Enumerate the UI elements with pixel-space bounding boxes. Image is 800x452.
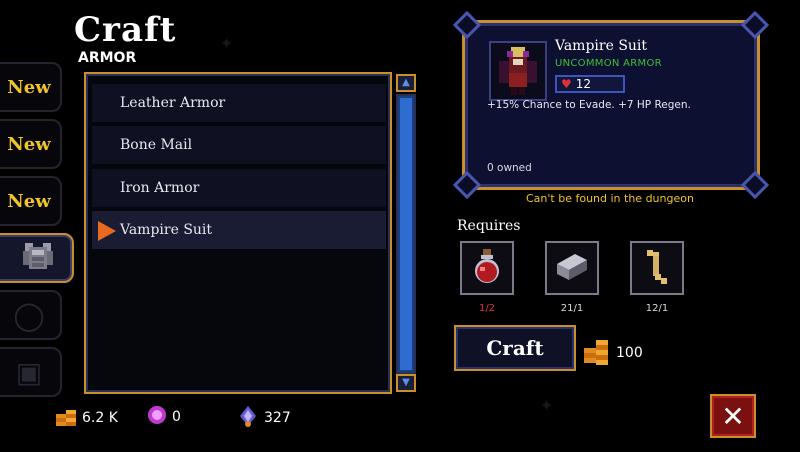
required-item-slot[interactable] [630, 241, 684, 295]
corner-ornament [740, 10, 770, 40]
list-item[interactable]: Bone Mail [92, 126, 386, 164]
gold-coins-icon [54, 404, 78, 432]
required-item-count: 21/1 [560, 303, 584, 314]
item-detail-card: Vampire Suit UNCOMMON ARMOR ♥ 12 +15% Ch… [452, 10, 770, 200]
gold-currency: 6.2 K [54, 404, 118, 432]
background-decoration: ✦ [220, 30, 234, 55]
gem-amount: 0 [172, 409, 181, 425]
list-item[interactable]: Leather Armor [92, 84, 386, 122]
item-description: +15% Chance to Evade. +7 HP Regen. [487, 99, 691, 111]
craft-cost: 100 [582, 336, 643, 370]
new-badge: New [7, 190, 51, 212]
ring-icon: ◯ [13, 298, 45, 332]
list-item-label: Bone Mail [120, 137, 193, 153]
category-tab-new-1[interactable]: New [0, 62, 62, 112]
category-tab-new-3[interactable]: New [0, 176, 62, 226]
crate-icon: ▣ [15, 355, 43, 389]
soul-crystal-icon [236, 404, 260, 432]
item-list: Leather Armor Bone Mail Iron Armor Vampi… [84, 72, 392, 394]
list-item[interactable]: Iron Armor [92, 169, 386, 207]
close-button[interactable]: ✕ [710, 394, 756, 438]
gold-coins-icon [582, 336, 610, 370]
gem-currency: 0 [146, 404, 181, 430]
vampire-suit-icon [499, 47, 537, 95]
scroll-up-button[interactable]: ▲ [396, 74, 416, 92]
corner-ornament [452, 170, 482, 200]
item-rarity: UNCOMMON ARMOR [555, 58, 662, 69]
new-badge: New [7, 133, 51, 155]
red-potion-icon [470, 247, 504, 289]
soul-amount: 327 [264, 410, 291, 426]
item-portrait [489, 41, 547, 101]
hp-value: 12 [575, 77, 592, 91]
item-name: Vampire Suit [555, 38, 648, 54]
list-item-label: Vampire Suit [120, 222, 213, 238]
required-item-slot[interactable] [545, 241, 599, 295]
category-tab-new-2[interactable]: New [0, 119, 62, 169]
requires-label: Requires [457, 218, 521, 234]
source-note: Can't be found in the dungeon [526, 192, 694, 205]
soul-currency: 327 [236, 404, 291, 432]
required-item-count: 1/2 [478, 303, 496, 314]
category-tab-misc[interactable]: ▣ [0, 347, 62, 397]
required-item-slot[interactable] [460, 241, 514, 295]
category-tab-armor[interactable] [0, 233, 74, 283]
list-item-selected[interactable]: Vampire Suit [92, 211, 386, 249]
scroll-thumb[interactable] [398, 96, 414, 372]
required-item-count: 12/1 [645, 303, 669, 314]
owned-count: 0 owned [487, 162, 532, 174]
heart-icon: ♥ [561, 77, 572, 91]
list-scrollbar[interactable]: ▲ ▼ [394, 74, 418, 392]
page-title: Craft [74, 10, 177, 50]
craft-cost-amount: 100 [616, 345, 643, 361]
category-title: ARMOR [78, 50, 137, 66]
corner-ornament [740, 170, 770, 200]
chestplate-armor-icon [11, 239, 55, 277]
iron-ingot-icon [553, 250, 591, 286]
gold-amount: 6.2 K [82, 410, 118, 426]
purple-gem-icon [146, 404, 168, 430]
craft-button[interactable]: Craft [454, 325, 576, 371]
list-item-label: Leather Armor [120, 95, 226, 111]
background-decoration: ✦ [540, 392, 554, 417]
scroll-down-button[interactable]: ▼ [396, 374, 416, 392]
bone-icon [639, 246, 675, 290]
corner-ornament [452, 10, 482, 40]
list-item-label: Iron Armor [120, 180, 200, 196]
close-icon: ✕ [721, 399, 745, 433]
selection-arrow-icon [98, 221, 116, 241]
hp-stat: ♥ 12 [555, 75, 625, 93]
new-badge: New [7, 76, 51, 98]
category-tab-rings[interactable]: ◯ [0, 290, 62, 340]
